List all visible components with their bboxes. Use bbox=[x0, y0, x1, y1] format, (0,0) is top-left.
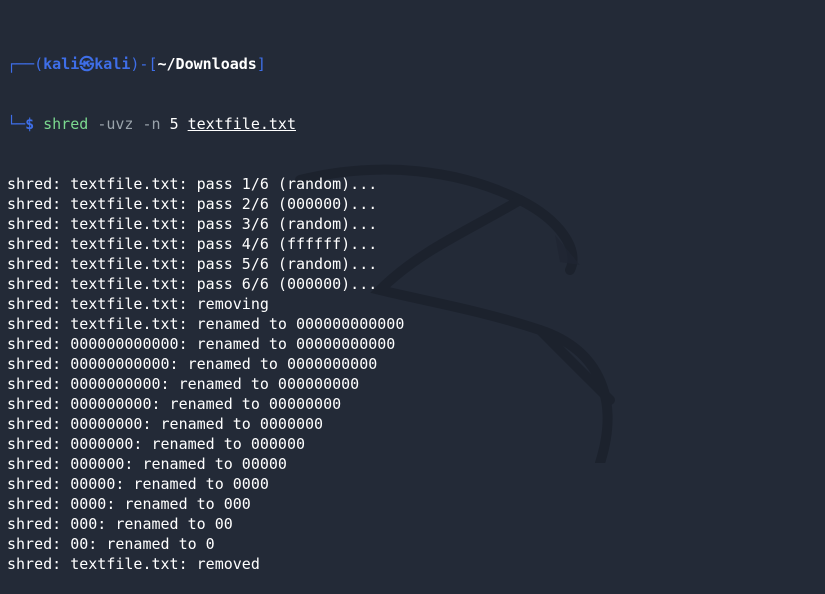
prompt-user: kali bbox=[43, 55, 80, 73]
output-line: shred: textfile.txt: removed bbox=[7, 555, 260, 573]
output-line: shred: textfile.txt: removing bbox=[7, 295, 269, 313]
command-options: -uvz -n bbox=[97, 115, 161, 133]
prompt-header-line: ┌──(kali㉿kali)-[~/Downloads] bbox=[7, 54, 825, 74]
output-line: shred: 000: renamed to 00 bbox=[7, 515, 233, 533]
prompt-frame-bottom: └─ bbox=[7, 115, 26, 133]
output-line: shred: 000000000: renamed to 00000000 bbox=[7, 395, 342, 413]
output-block: shred: textfile.txt: pass 1/6 (random)..… bbox=[7, 174, 825, 574]
prompt-dollar: $ bbox=[25, 115, 35, 133]
command-line[interactable]: └─$ shred -uvz -n 5 textfile.txt bbox=[7, 114, 825, 134]
output-line: shred: 00000000000: renamed to 000000000… bbox=[7, 355, 378, 373]
output-line: shred: 000000000000: renamed to 00000000… bbox=[7, 335, 396, 353]
command-file-argument[interactable]: textfile.txt bbox=[188, 115, 296, 133]
command-count: 5 bbox=[169, 115, 179, 133]
output-line: shred: 0000000: renamed to 000000 bbox=[7, 435, 306, 453]
prompt-frame-mid: )-[ bbox=[130, 55, 158, 73]
output-line: shred: textfile.txt: pass 4/6 (ffffff)..… bbox=[7, 235, 378, 253]
output-line: shred: 0000000000: renamed to 000000000 bbox=[7, 375, 360, 393]
output-line: shred: 00: renamed to 0 bbox=[7, 535, 215, 553]
prompt-host: kali bbox=[94, 55, 131, 73]
kali-skull-icon: ㉿ bbox=[79, 55, 95, 73]
output-line: shred: textfile.txt: pass 2/6 (000000)..… bbox=[7, 195, 378, 213]
prompt-frame-top: ┌──( bbox=[7, 55, 44, 73]
command-program: shred bbox=[43, 115, 89, 133]
prompt-frame-end: ] bbox=[256, 55, 266, 73]
output-line: shred: 0000: renamed to 000 bbox=[7, 495, 251, 513]
output-line: shred: textfile.txt: pass 1/6 (random)..… bbox=[7, 175, 378, 193]
output-line: shred: textfile.txt: pass 3/6 (random)..… bbox=[7, 215, 378, 233]
terminal-output[interactable]: ┌──(kali㉿kali)-[~/Downloads] └─$ shred -… bbox=[7, 14, 825, 594]
output-line: shred: textfile.txt: renamed to 00000000… bbox=[7, 315, 405, 333]
output-line: shred: 00000000: renamed to 0000000 bbox=[7, 415, 324, 433]
output-line: shred: 000000: renamed to 00000 bbox=[7, 455, 287, 473]
output-line: shred: textfile.txt: pass 5/6 (random)..… bbox=[7, 255, 378, 273]
output-line: shred: 00000: renamed to 0000 bbox=[7, 475, 269, 493]
prompt-path: ~/Downloads bbox=[157, 55, 257, 73]
output-line: shred: textfile.txt: pass 6/6 (000000)..… bbox=[7, 275, 378, 293]
